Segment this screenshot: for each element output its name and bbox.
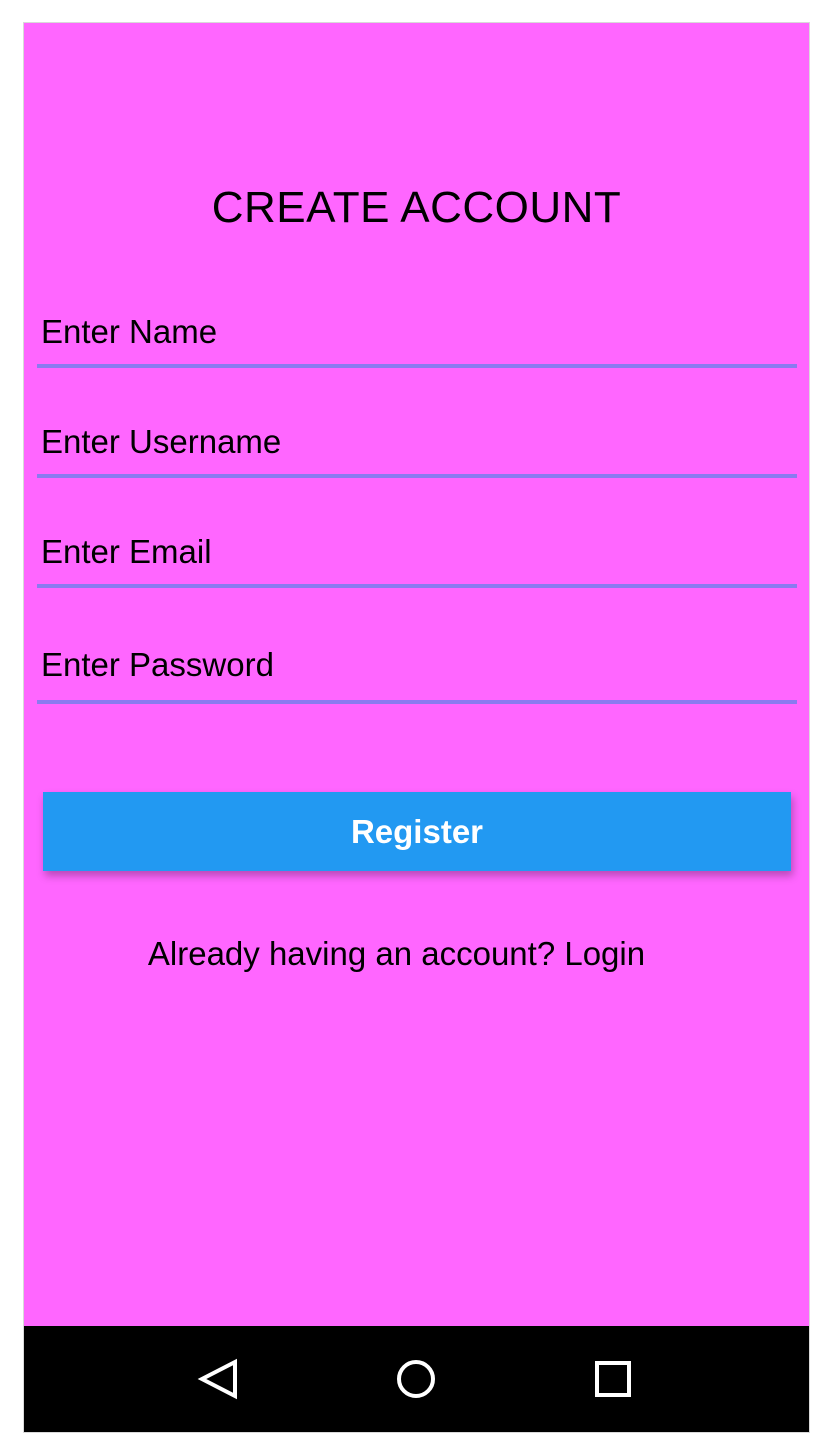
recents-square-icon bbox=[595, 1361, 631, 1397]
username-field-container bbox=[37, 410, 797, 478]
home-button[interactable] bbox=[366, 1326, 466, 1432]
recents-button[interactable] bbox=[563, 1326, 663, 1432]
email-input[interactable] bbox=[37, 520, 797, 584]
email-field-container bbox=[37, 520, 797, 588]
username-input[interactable] bbox=[37, 410, 797, 474]
name-field-container bbox=[37, 300, 797, 368]
password-input[interactable] bbox=[37, 630, 797, 700]
name-input[interactable] bbox=[37, 300, 797, 364]
login-link[interactable]: Already having an account? Login bbox=[24, 935, 769, 973]
register-screen: CREATE ACCOUNT Register Already having a… bbox=[23, 22, 810, 1433]
home-circle-icon bbox=[397, 1360, 435, 1398]
navigation-bar bbox=[24, 1326, 809, 1432]
register-button[interactable]: Register bbox=[43, 792, 791, 871]
back-button[interactable] bbox=[169, 1326, 269, 1432]
page-title: CREATE ACCOUNT bbox=[211, 183, 622, 232]
password-field-container bbox=[37, 630, 797, 704]
back-triangle-icon bbox=[197, 1358, 237, 1400]
